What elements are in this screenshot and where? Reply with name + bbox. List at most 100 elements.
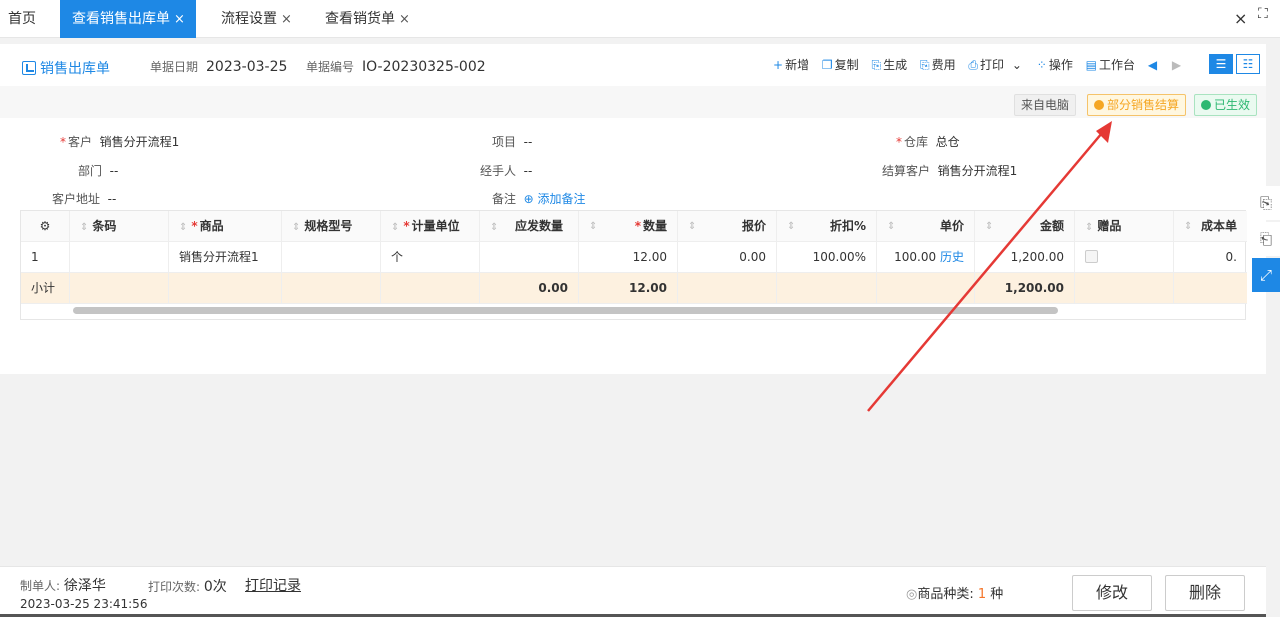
header-product[interactable]: ⇕ * 商品 xyxy=(169,211,282,242)
product-kinds-info: ◎商品种类: 1 种 xyxy=(906,583,1003,602)
date-label: 单据日期 xyxy=(150,60,199,74)
clock-icon xyxy=(1094,100,1104,110)
print-dropdown[interactable]: ⌄ xyxy=(1012,58,1024,72)
print-record-link[interactable]: 打印记录 xyxy=(245,575,301,595)
header-should-qty[interactable]: ⇕ 应发数量 xyxy=(480,211,579,242)
product-kinds-label: 商品种类: xyxy=(917,587,974,602)
delete-button[interactable]: 删除 xyxy=(1165,575,1245,611)
close-all-icon[interactable]: × xyxy=(1234,9,1247,28)
tab-sales-delivery[interactable]: 查看销货单 × xyxy=(325,0,410,38)
tab-label: 首页 xyxy=(8,11,36,27)
toolbar-label: 工作台 xyxy=(1099,58,1136,72)
header-barcode[interactable]: ⇕ 条码 xyxy=(70,211,169,242)
column-settings-icon[interactable]: ⚙ xyxy=(21,211,70,242)
customer-field[interactable]: * 客户 销售分开流程1 xyxy=(60,133,179,150)
card-view-button[interactable]: ☷ xyxy=(1236,54,1260,74)
remark-label: 备注 xyxy=(492,192,517,206)
copy-icon: ❐ xyxy=(821,58,833,72)
fullscreen-icon[interactable]: ⛶ xyxy=(1258,6,1278,28)
tab-label: 查看销货单 xyxy=(325,11,395,27)
cell-spec[interactable] xyxy=(282,242,381,273)
header-text: 规格型号 xyxy=(304,219,353,233)
cell-product[interactable]: 销售分开流程1 xyxy=(169,242,282,273)
toolbar-label: 打印 xyxy=(980,58,1005,72)
toolbar-label: 费用 xyxy=(931,58,956,72)
header-qty[interactable]: ⇕ * 数量 xyxy=(579,211,678,242)
address-field[interactable]: 客户地址 -- xyxy=(52,190,116,207)
handler-field[interactable]: 经手人 -- xyxy=(480,162,532,179)
source-text: 来自电脑 xyxy=(1021,98,1070,112)
project-label: 项目 xyxy=(492,135,517,149)
cell-barcode[interactable] xyxy=(70,242,169,273)
chevron-down-icon: ⌄ xyxy=(1011,58,1022,72)
subtotal-label: 小计 xyxy=(21,273,70,304)
maker-value: 徐泽华 xyxy=(63,578,106,594)
edit-button[interactable]: 修改 xyxy=(1072,575,1152,611)
subtotal-empty xyxy=(678,273,777,304)
header-quote[interactable]: ⇕ 报价 xyxy=(678,211,777,242)
cell-cost[interactable]: 0. xyxy=(1174,242,1247,273)
close-icon[interactable]: × xyxy=(399,12,410,27)
address-value: -- xyxy=(107,192,117,206)
settlement-text: 部分销售结算 xyxy=(1107,98,1180,112)
subtotal-empty xyxy=(1174,273,1247,304)
tab-label: 流程设置 xyxy=(221,11,277,27)
header-text: 报价 xyxy=(741,219,766,233)
tab-bar: 首页 查看销售出库单 × 流程设置 × 查看销货单 × × ⛶ xyxy=(0,0,1280,38)
printer-icon: ⎙ xyxy=(968,58,979,72)
footer-bar: 制单人: 徐泽华 2023-03-25 23:41:56 打印次数: 0次 打印… xyxy=(0,566,1266,617)
department-value: -- xyxy=(109,164,119,178)
document-title: 销售出库单 xyxy=(22,58,110,78)
cell-unit[interactable]: 个 xyxy=(381,242,480,273)
add-remark-link[interactable]: ⊕ 添加备注 xyxy=(524,192,586,206)
header-text: 商品 xyxy=(199,219,224,233)
generate-icon: ⎘ xyxy=(871,58,882,72)
list-view-button[interactable]: ☰ xyxy=(1209,54,1233,74)
audit-icon[interactable]: ⎘ xyxy=(1252,186,1280,220)
remark-field: 备注 ⊕ 添加备注 xyxy=(492,190,586,207)
annotation-arrow xyxy=(867,121,1112,412)
close-icon[interactable]: × xyxy=(174,12,185,27)
next-button[interactable]: ▶ xyxy=(1172,58,1183,72)
toolbar-label: 新增 xyxy=(785,58,810,72)
workbench-button[interactable]: ▤ 工作台 xyxy=(1086,56,1135,73)
close-icon[interactable]: × xyxy=(281,12,292,27)
check-circle-icon xyxy=(1201,100,1211,110)
new-button[interactable]: + 新增 xyxy=(773,56,809,73)
tab-home[interactable]: 首页 xyxy=(8,0,36,38)
tab-sales-outbound[interactable]: 查看销售出库单 × xyxy=(60,0,196,38)
header-spec[interactable]: ⇕ 规格型号 xyxy=(282,211,381,242)
operate-button[interactable]: ⁘ 操作 xyxy=(1037,56,1073,73)
row-index: 1 xyxy=(21,242,70,273)
prev-button[interactable]: ◀ xyxy=(1148,58,1159,72)
generate-button[interactable]: ⎘ 生成 xyxy=(872,56,908,73)
cell-quote[interactable]: 0.00 xyxy=(678,242,777,273)
settlement-badge: 部分销售结算 xyxy=(1087,94,1187,116)
tab-flow-settings[interactable]: 流程设置 × xyxy=(221,0,292,38)
print-count-value: 0次 xyxy=(203,579,227,595)
header-text: 计量单位 xyxy=(411,219,460,233)
plus-icon: + xyxy=(773,58,784,72)
department-label: 部门 xyxy=(78,164,103,178)
department-field[interactable]: 部门 -- xyxy=(78,162,118,179)
number-label: 单据编号 xyxy=(306,60,355,74)
print-count-info: 打印次数: 0次 xyxy=(148,576,227,596)
arrow-head xyxy=(1096,121,1112,143)
cell-qty[interactable]: 12.00 xyxy=(579,242,678,273)
right-float-panel: ⎘ ⎗ ⤢ xyxy=(1252,186,1280,294)
product-kinds-value: 1 xyxy=(977,587,987,602)
print-button[interactable]: ⎙ 打印 xyxy=(968,56,1004,73)
subtotal-empty xyxy=(282,273,381,304)
project-field[interactable]: 项目 -- xyxy=(492,133,532,150)
app-root: 首页 查看销售出库单 × 流程设置 × 查看销货单 × × ⛶ 销售出库单 单据日期 2… xyxy=(0,0,1280,617)
status-text: 已生效 xyxy=(1214,98,1251,112)
document-date: 单据日期 2023-03-25 xyxy=(150,58,287,75)
expense-button[interactable]: ⎘ 费用 xyxy=(920,56,956,73)
attachment-icon[interactable]: ⎗ xyxy=(1252,222,1280,256)
handler-value: -- xyxy=(523,164,533,178)
copy-button[interactable]: ❐ 复制 xyxy=(822,56,859,73)
header-unit[interactable]: ⇕ * 计量单位 xyxy=(381,211,480,242)
header-cost[interactable]: ⇕ 成本单 xyxy=(1174,211,1247,242)
expand-icon[interactable]: ⤢ xyxy=(1252,258,1280,292)
cell-should-qty[interactable] xyxy=(480,242,579,273)
